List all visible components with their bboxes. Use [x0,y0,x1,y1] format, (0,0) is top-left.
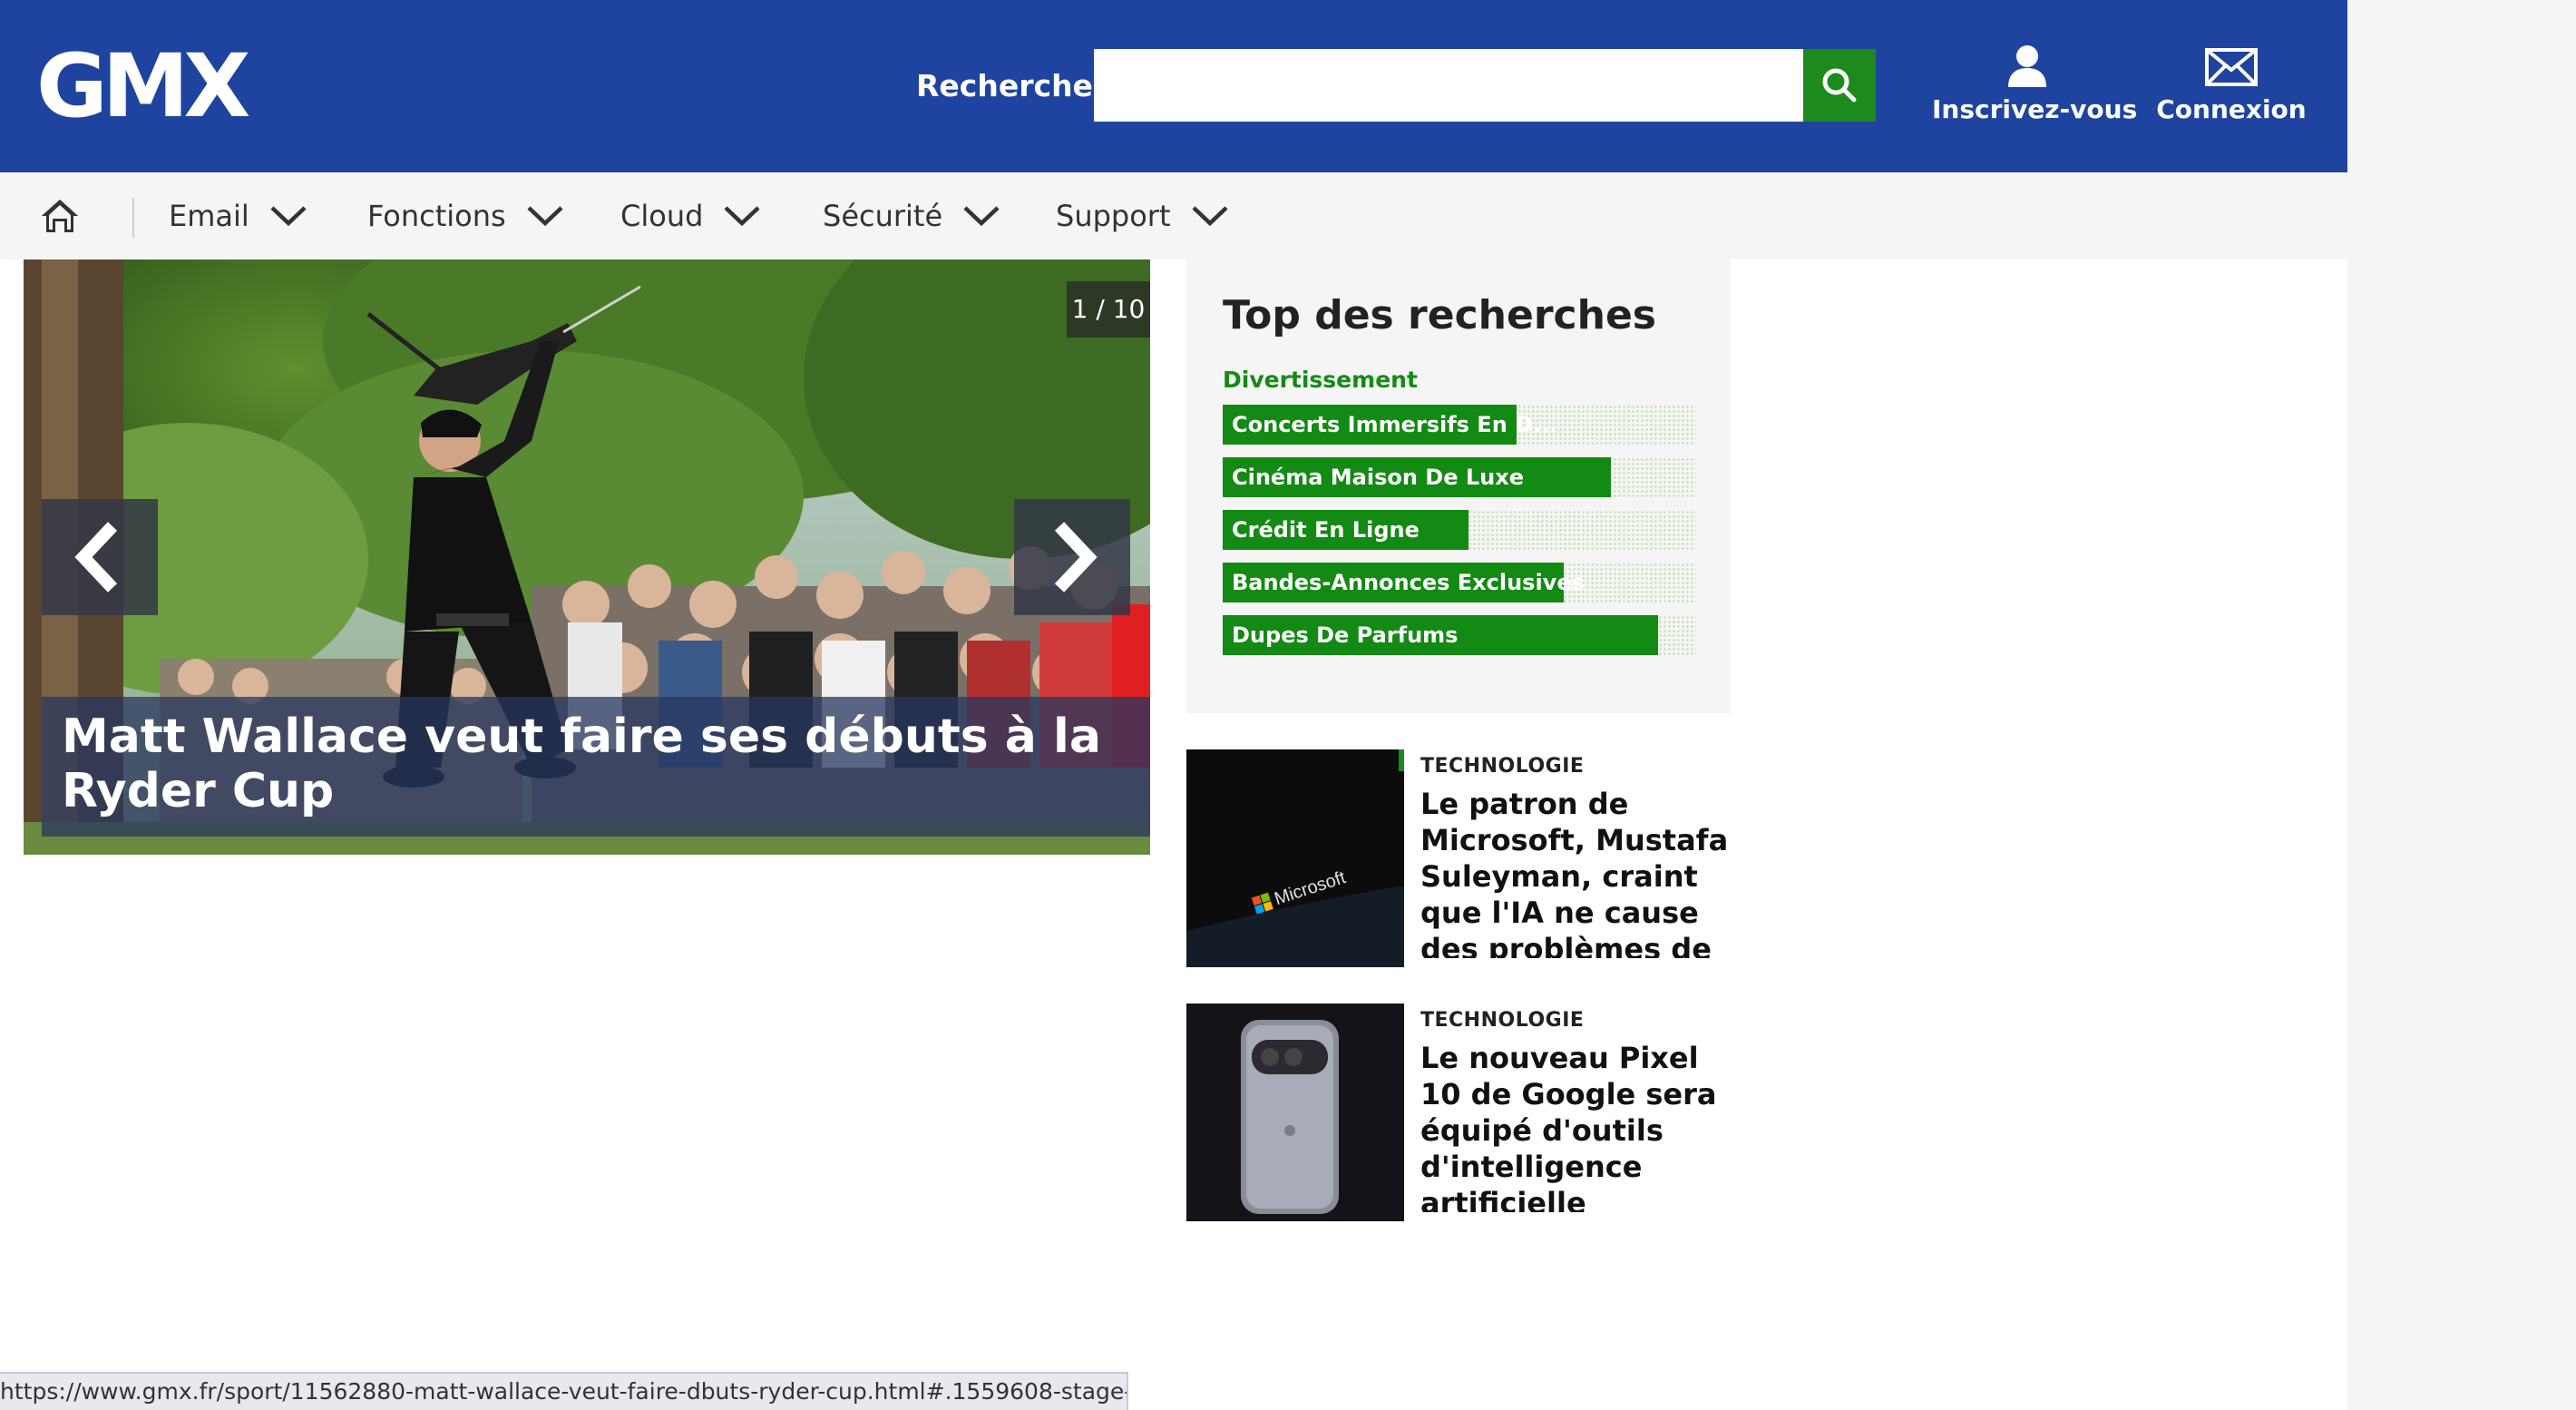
nav-divider [132,198,134,238]
top-search-item[interactable]: Concerts Immersifs En D... [1223,405,1696,445]
chevron-right-icon [1054,522,1098,592]
nav-item-label: Support [1056,199,1171,233]
hero-slider[interactable]: 1 / 10 Matt Wallace veut faire ses début… [24,259,1150,855]
article-headline[interactable]: Le patron de Microsoft, Mustafa Suleyman… [1420,786,1729,958]
top-search-label: Bandes-Annonces Exclusives [1232,570,1585,595]
article-thumbnail[interactable] [1186,1004,1404,1221]
user-icon [2008,45,2046,87]
top-searches-title: Top des recherches [1223,292,1656,338]
register-label: Inscrivez-vous [1932,94,2138,124]
top-search-label: Cinéma Maison De Luxe [1232,465,1524,490]
login-button[interactable]: Connexion [2150,44,2313,134]
top-search-label: Crédit En Ligne [1232,517,1420,543]
chevron-down-icon [1191,206,1228,227]
top-searches-category: Divertissement [1223,367,1418,393]
nav-item-label: Sécurité [823,199,943,233]
chevron-down-icon [963,206,1000,227]
search-label: Rechercher [916,68,1108,103]
link-status-bar: https://www.gmx.fr/sport/11562880-matt-w… [0,1372,1128,1410]
nav-item-label: Email [169,199,249,233]
gmx-logo[interactable]: GMX [36,36,263,136]
nav-item-cloud[interactable]: Cloud [620,192,761,240]
login-label: Connexion [2156,94,2307,124]
article-kicker: TECHNOLOGIE [1420,1009,1585,1032]
chevron-down-icon [724,206,760,227]
chevron-down-icon [270,206,307,227]
article-headline[interactable]: Le nouveau Pixel 10 de Google sera équip… [1420,1040,1729,1212]
top-search-item[interactable]: Cinéma Maison De Luxe [1223,457,1696,497]
top-search-label: Concerts Immersifs En D... [1232,412,1558,437]
mail-icon [2205,48,2258,86]
nav-item-label: Fonctions [367,199,506,233]
top-search-item[interactable]: Bandes-Annonces Exclusives [1223,563,1696,602]
search-icon [1822,68,1857,103]
nav-item-support[interactable]: Support [1056,192,1229,240]
article-card[interactable]: TECHNOLOGIE Le nouveau Pixel 10 de Googl… [1186,1004,1731,1225]
nav-item-email[interactable]: Email [169,192,307,240]
hero-title[interactable]: Matt Wallace veut faire ses débuts à la … [62,710,1130,818]
chevron-down-icon [527,206,563,227]
search-button[interactable] [1803,49,1876,122]
article-card[interactable]: Microsoft TECHNOLOGIE Le patron de Micro… [1186,749,1731,971]
register-button[interactable]: Inscrivez-vous [1932,44,2138,134]
next-slide-button[interactable] [1014,499,1130,615]
top-search-label: Dupes De Parfums [1232,622,1459,648]
page-margin [2347,0,2576,1410]
article-thumbnail[interactable]: Microsoft [1186,749,1404,967]
nav-item-fonctions[interactable]: Fonctions [367,192,564,240]
hero-caption: Matt Wallace veut faire ses débuts à la … [42,697,1150,837]
top-searches-panel: Top des recherches Divertissement Concer… [1186,259,1731,713]
article-kicker: TECHNOLOGIE [1420,755,1585,778]
nav-item-securite[interactable]: Sécurité [823,192,1000,240]
top-search-item[interactable]: Crédit En Ligne [1223,510,1696,550]
main-nav: Email Fonctions Cloud Sécurité Support [0,172,2347,259]
top-search-item[interactable]: Dupes De Parfums [1223,615,1696,655]
previous-slide-button[interactable] [42,499,158,615]
header: GMX Rechercher Inscrivez-vous Connexion [0,0,2347,172]
home-icon[interactable] [40,196,80,236]
chevron-left-icon [74,522,118,592]
search-input[interactable] [1094,49,1803,122]
page: GMX Rechercher Inscrivez-vous Connexion [0,0,2347,1410]
nav-item-label: Cloud [620,199,704,233]
slide-counter: 1 / 10 [1067,281,1150,338]
